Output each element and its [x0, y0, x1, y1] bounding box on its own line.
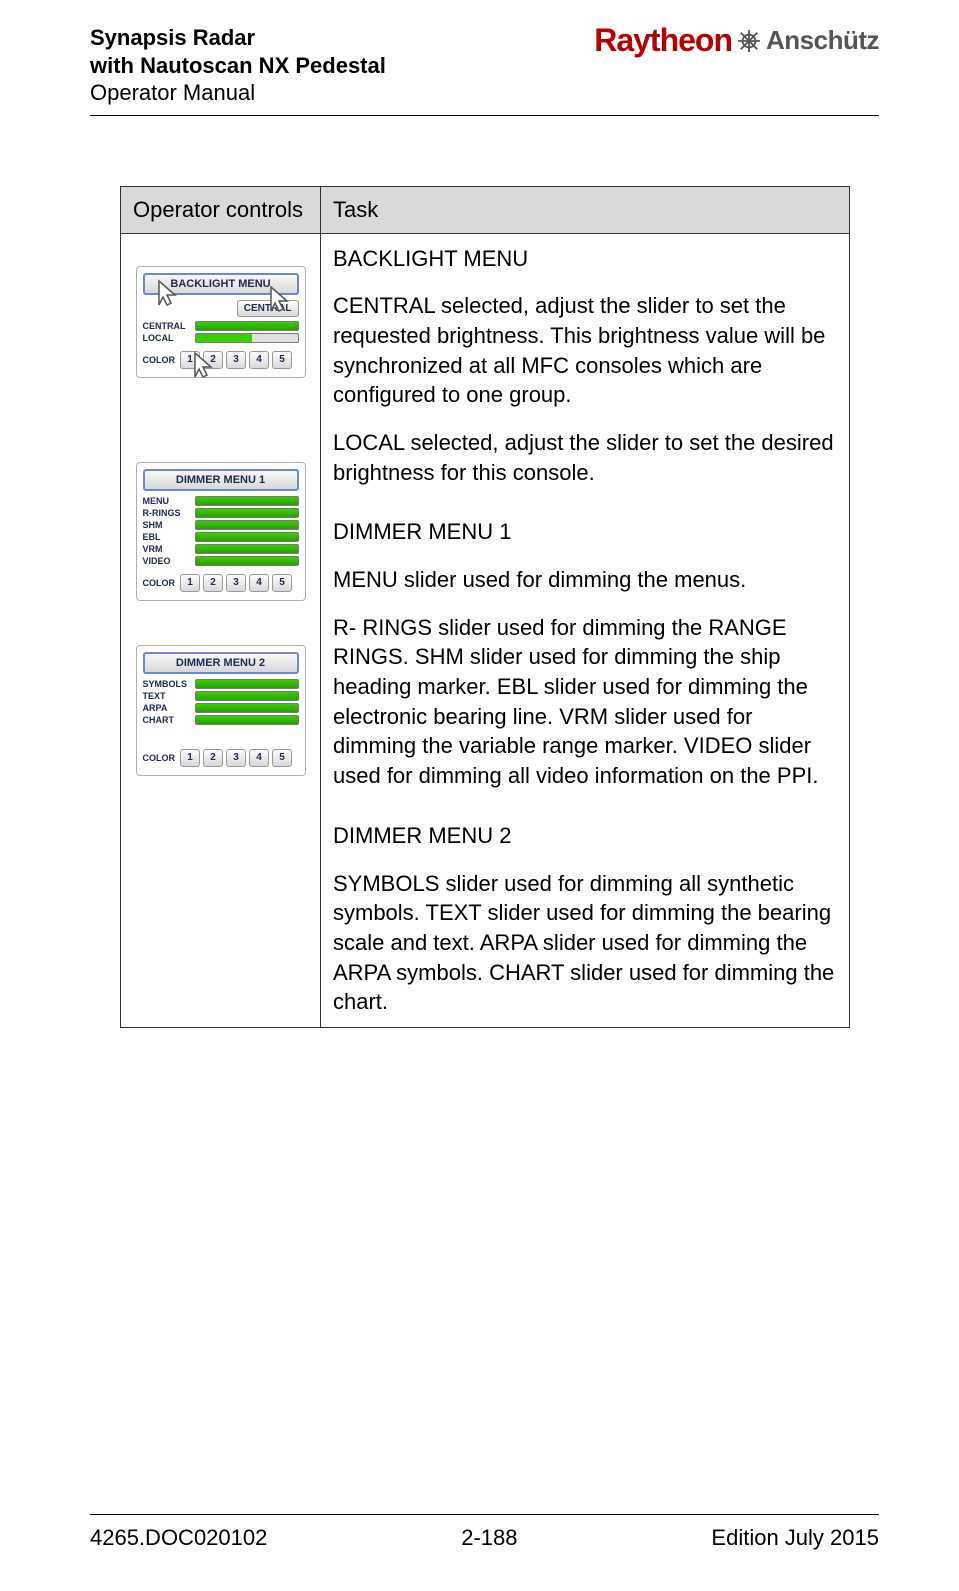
color-button-3[interactable]: 3: [226, 574, 246, 592]
chart-slider[interactable]: [195, 715, 299, 725]
table-row: LOCAL: [143, 333, 299, 343]
text-slider[interactable]: [195, 691, 299, 701]
task-h3: DIMMER MENU 2: [333, 821, 837, 851]
local-label: LOCAL: [143, 333, 191, 343]
color-button-4[interactable]: 4: [249, 574, 269, 592]
color-button-1[interactable]: 1: [180, 351, 200, 369]
central-tab-button[interactable]: CENTRAL: [237, 300, 299, 317]
color-button-5[interactable]: 5: [272, 749, 292, 767]
text-label: TEXT: [143, 691, 191, 701]
color-row: COLOR 1 2 3 4 5: [143, 351, 299, 369]
table-row: VRM: [143, 544, 299, 554]
central-label: CENTRAL: [143, 321, 191, 331]
task-p2: LOCAL selected, adjust the slider to set…: [333, 428, 837, 487]
menu-slider[interactable]: [195, 496, 299, 506]
table-row: CENTRAL: [143, 321, 299, 331]
menu-label: MENU: [143, 496, 191, 506]
table-row: R-RINGS: [143, 508, 299, 518]
color-button-2[interactable]: 2: [203, 351, 223, 369]
dimmer-menu-1-panel: DIMMER MENU 1 MENU R-RINGS SHM EBL VRM V…: [136, 462, 306, 601]
vrm-label: VRM: [143, 544, 191, 554]
vrm-slider[interactable]: [195, 544, 299, 554]
arpa-label: ARPA: [143, 703, 191, 713]
table-row: VIDEO: [143, 556, 299, 566]
task-p1: CENTRAL selected, adjust the slider to s…: [333, 291, 837, 410]
task-cell: BACKLIGHT MENU CENTRAL selected, adjust …: [321, 233, 850, 1027]
color-button-2[interactable]: 2: [203, 749, 223, 767]
color-label: COLOR: [143, 355, 176, 365]
color-button-4[interactable]: 4: [249, 351, 269, 369]
header-divider: [90, 115, 879, 116]
footer-doc-id: 4265.DOC020102: [90, 1525, 267, 1551]
task-p4: R- RINGS slider used for dimming the RAN…: [333, 613, 837, 791]
table-row: SHM: [143, 520, 299, 530]
dimmer-menu-1-title: DIMMER MENU 1: [143, 469, 299, 491]
video-label: VIDEO: [143, 556, 191, 566]
color-button-2[interactable]: 2: [203, 574, 223, 592]
backlight-menu-title: BACKLIGHT MENU: [143, 273, 299, 295]
color-label: COLOR: [143, 578, 176, 588]
central-slider[interactable]: [195, 321, 299, 331]
task-p5: SYMBOLS slider used for dimming all synt…: [333, 869, 837, 1017]
color-row: COLOR 1 2 3 4 5: [143, 574, 299, 592]
table-header-controls: Operator controls: [121, 186, 321, 233]
shm-slider[interactable]: [195, 520, 299, 530]
footer-divider: [90, 1514, 879, 1515]
arpa-slider[interactable]: [195, 703, 299, 713]
task-h1: BACKLIGHT MENU: [333, 244, 837, 274]
shm-label: SHM: [143, 520, 191, 530]
page-footer: 4265.DOC020102 2-188 Edition July 2015: [90, 1514, 879, 1551]
dimmer-menu-2-title: DIMMER MENU 2: [143, 652, 299, 674]
video-slider[interactable]: [195, 556, 299, 566]
doc-title-line1: Synapsis Radar: [90, 24, 386, 52]
task-h2: DIMMER MENU 1: [333, 517, 837, 547]
table-row: SYMBOLS: [143, 679, 299, 689]
color-button-3[interactable]: 3: [226, 749, 246, 767]
color-row: COLOR 1 2 3 4 5: [143, 749, 299, 767]
logo-anschutz-text: Anschütz: [766, 25, 879, 56]
table-row: TEXT: [143, 691, 299, 701]
color-button-5[interactable]: 5: [272, 574, 292, 592]
local-slider[interactable]: [195, 333, 299, 343]
footer-page-number: 2-188: [461, 1525, 517, 1551]
table-row: ARPA: [143, 703, 299, 713]
table-row: EBL: [143, 532, 299, 542]
color-label: COLOR: [143, 753, 176, 763]
footer-edition: Edition July 2015: [711, 1525, 879, 1551]
color-button-1[interactable]: 1: [180, 574, 200, 592]
table-row: CHART: [143, 715, 299, 725]
chart-label: CHART: [143, 715, 191, 725]
ebl-label: EBL: [143, 532, 191, 542]
r-rings-slider[interactable]: [195, 508, 299, 518]
controls-table: Operator controls Task BACKLIGHT MENU CE…: [120, 186, 850, 1028]
task-p3: MENU slider used for dimming the menus.: [333, 565, 837, 595]
dimmer-menu-2-panel: DIMMER MENU 2 SYMBOLS TEXT ARPA CHART CO…: [136, 645, 306, 776]
color-button-1[interactable]: 1: [180, 749, 200, 767]
ebl-slider[interactable]: [195, 532, 299, 542]
controls-cell: BACKLIGHT MENU CENTRAL CENTRAL LOCAL COL…: [121, 233, 321, 1027]
page-header: Synapsis Radar with Nautoscan NX Pedesta…: [90, 24, 879, 107]
ship-wheel-icon: [738, 30, 760, 52]
table-row: MENU: [143, 496, 299, 506]
doc-title-line2: with Nautoscan NX Pedestal: [90, 52, 386, 80]
symbols-label: SYMBOLS: [143, 679, 191, 689]
doc-title-block: Synapsis Radar with Nautoscan NX Pedesta…: [90, 24, 386, 107]
backlight-menu-panel: BACKLIGHT MENU CENTRAL CENTRAL LOCAL COL…: [136, 266, 306, 378]
table-header-task: Task: [321, 186, 850, 233]
symbols-slider[interactable]: [195, 679, 299, 689]
r-rings-label: R-RINGS: [143, 508, 191, 518]
doc-subtitle: Operator Manual: [90, 79, 386, 107]
color-button-3[interactable]: 3: [226, 351, 246, 369]
color-button-4[interactable]: 4: [249, 749, 269, 767]
color-button-5[interactable]: 5: [272, 351, 292, 369]
logo-block: Raytheon Anschütz: [594, 22, 879, 59]
logo-raytheon-text: Raytheon: [594, 22, 732, 59]
